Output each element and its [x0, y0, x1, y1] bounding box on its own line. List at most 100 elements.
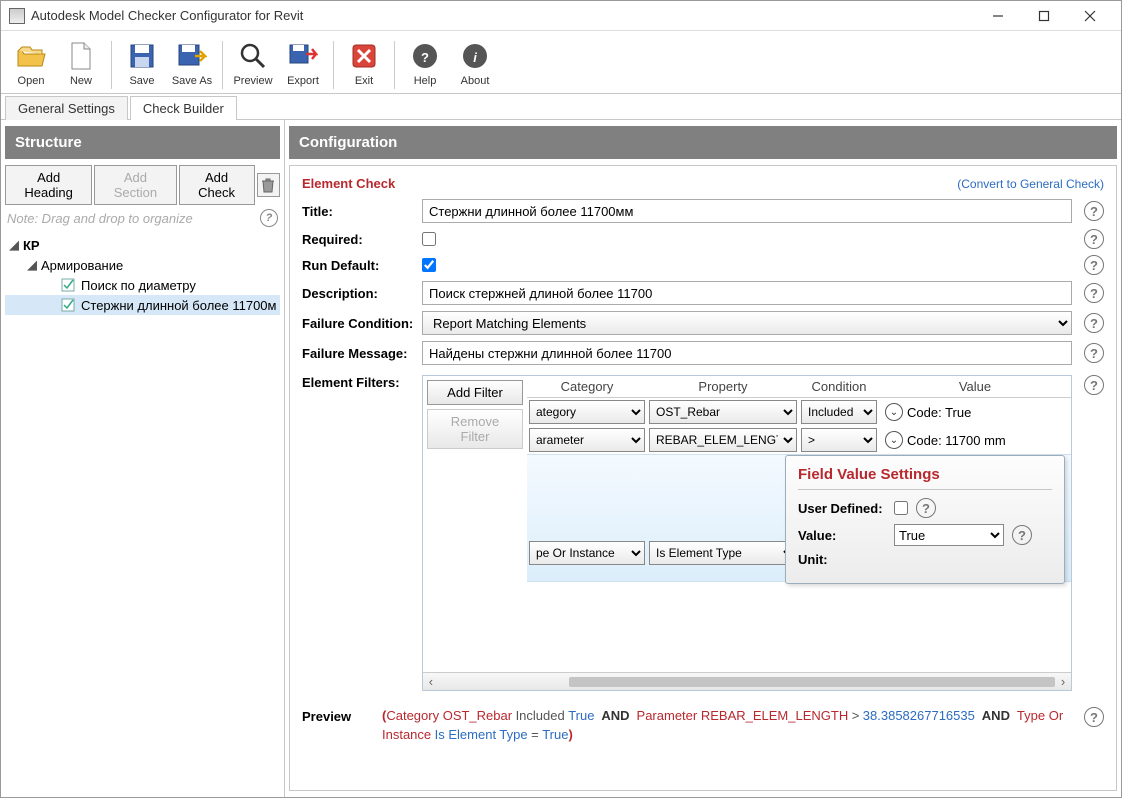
check-item-icon [61, 277, 77, 293]
new-button[interactable]: New [57, 37, 105, 89]
required-checkbox[interactable] [422, 232, 436, 246]
rundefault-checkbox[interactable] [422, 258, 436, 272]
tree-child-label: Армирование [41, 258, 123, 273]
export-icon [286, 39, 320, 73]
remove-filter-button[interactable]: Remove Filter [427, 409, 523, 449]
title-bar: Autodesk Model Checker Configurator for … [1, 1, 1121, 31]
col-condition: Condition [799, 376, 879, 397]
required-label: Required: [302, 232, 422, 247]
saveas-button[interactable]: Save As [168, 37, 216, 89]
filter-category-select[interactable]: arameter [529, 428, 645, 452]
saveas-label: Save As [172, 75, 212, 87]
toolbar-separator [222, 41, 223, 89]
description-input[interactable] [422, 281, 1072, 305]
filter-condition-select[interactable]: > [801, 428, 877, 452]
value-select[interactable]: True [894, 524, 1004, 546]
tab-strip: General Settings Check Builder [1, 94, 1121, 120]
window-minimize-button[interactable] [975, 1, 1021, 31]
add-heading-button[interactable]: Add Heading [5, 165, 92, 205]
window-maximize-button[interactable] [1021, 1, 1067, 31]
save-icon [125, 39, 159, 73]
horizontal-scrollbar[interactable]: ‹ › [423, 672, 1071, 690]
failmsg-input[interactable] [422, 341, 1072, 365]
chevron-down-icon[interactable]: ⌄ [885, 431, 903, 449]
help-icon[interactable]: ? [1084, 343, 1104, 363]
filters-label: Element Filters: [302, 371, 422, 390]
failcond-label: Failure Condition: [302, 316, 422, 331]
add-check-button[interactable]: Add Check [179, 165, 255, 205]
tree-leaf2-label: Стержни длинной более 11700м [81, 298, 276, 313]
filter-row: arameter REBAR_ELEM_LENGTH > ⌄Code: 1170… [527, 426, 1071, 454]
tree-node-root[interactable]: ◢КР [5, 235, 280, 255]
userdef-checkbox[interactable] [894, 501, 908, 515]
toolbar-separator [394, 41, 395, 89]
popup-title: Field Value Settings [798, 466, 1052, 483]
help-icon[interactable]: ? [260, 209, 278, 227]
export-button[interactable]: Export [279, 37, 327, 89]
title-input[interactable] [422, 199, 1072, 223]
help-icon[interactable]: ? [1084, 707, 1104, 727]
toolbar-separator [111, 41, 112, 89]
scroll-thumb[interactable] [569, 677, 1055, 687]
delete-button[interactable] [257, 173, 280, 197]
filter-property-select[interactable]: OST_Rebar [649, 400, 797, 424]
add-filter-button[interactable]: Add Filter [427, 380, 523, 405]
scroll-right-icon[interactable]: › [1055, 674, 1071, 689]
help-icon[interactable]: ? [1084, 255, 1104, 275]
tree-node-folder[interactable]: ◢Армирование [5, 255, 280, 275]
filter-row: ategory OST_Rebar Included ⌄Code: True [527, 398, 1071, 426]
help-icon[interactable]: ? [1084, 375, 1104, 395]
exit-label: Exit [355, 75, 373, 87]
filter-property-select[interactable]: Is Element Type [649, 541, 797, 565]
filter-condition-select[interactable]: Included [801, 400, 877, 424]
window-title: Autodesk Model Checker Configurator for … [31, 8, 975, 23]
chevron-down-icon[interactable]: ⌄ [885, 403, 903, 421]
configuration-panel-heading: Configuration [289, 126, 1117, 159]
add-section-button[interactable]: Add Section [94, 165, 176, 205]
magnifier-icon [236, 39, 270, 73]
help-icon[interactable]: ? [1084, 283, 1104, 303]
convert-to-general-link[interactable]: (Convert to General Check) [957, 177, 1104, 191]
folder-open-icon [14, 39, 48, 73]
help-icon[interactable]: ? [1084, 229, 1104, 249]
preview-button[interactable]: Preview [229, 37, 277, 89]
help-icon[interactable]: ? [1084, 313, 1104, 333]
help-icon[interactable]: ? [916, 498, 936, 518]
scroll-left-icon[interactable]: ‹ [423, 674, 439, 689]
about-button[interactable]: i About [451, 37, 499, 89]
title-label: Title: [302, 204, 422, 219]
value-label: Value: [798, 528, 894, 543]
col-value: Value [879, 376, 1071, 397]
open-button[interactable]: Open [7, 37, 55, 89]
failcond-select[interactable]: Report Matching Elements [422, 311, 1072, 335]
preview-text: (Category OST_Rebar Included True AND Pa… [362, 707, 1084, 744]
preview-label: Preview [302, 707, 362, 724]
window-close-button[interactable] [1067, 1, 1113, 31]
tree-node-leaf[interactable]: Поиск по диаметру [5, 275, 280, 295]
expanded-filter-block: ⌃Code: True ↖ pe Or Instance Is Element … [527, 454, 1071, 582]
save-button[interactable]: Save [118, 37, 166, 89]
structure-panel-heading: Structure [5, 126, 280, 159]
help-icon[interactable]: ? [1084, 201, 1104, 221]
userdef-label: User Defined: [798, 501, 894, 516]
tree-node-leaf-selected[interactable]: Стержни длинной более 11700м [5, 295, 280, 315]
exit-button[interactable]: Exit [340, 37, 388, 89]
structure-tree: ◢КР ◢Армирование Поиск по диаметру Стерж… [5, 235, 280, 315]
help-icon[interactable]: ? [1012, 525, 1032, 545]
col-category: Category [527, 376, 647, 397]
description-label: Description: [302, 286, 422, 301]
help-label: Help [414, 75, 437, 87]
new-label: New [70, 75, 92, 87]
open-label: Open [18, 75, 45, 87]
filter-category-select[interactable]: ategory [529, 400, 645, 424]
tab-general-settings[interactable]: General Settings [5, 96, 128, 120]
unit-label: Unit: [798, 552, 894, 567]
app-icon [9, 8, 25, 24]
element-check-label: Element Check [302, 176, 395, 191]
tab-check-builder[interactable]: Check Builder [130, 96, 237, 120]
filter-category-select[interactable]: pe Or Instance [529, 541, 645, 565]
tree-root-label: КР [23, 238, 40, 253]
help-icon: ? [408, 39, 442, 73]
filter-property-select[interactable]: REBAR_ELEM_LENGTH [649, 428, 797, 452]
help-button[interactable]: ? Help [401, 37, 449, 89]
